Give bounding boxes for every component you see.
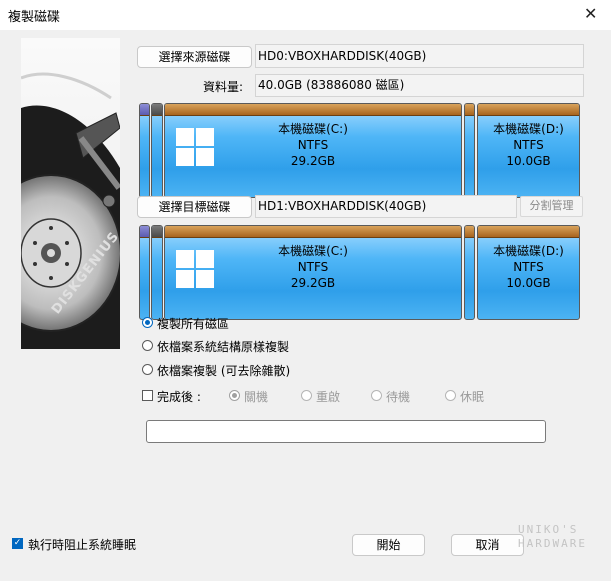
partition-fs: NTFS <box>297 260 329 274</box>
source-partition-c[interactable]: 本機磁碟(C:) NTFS 29.2GB <box>164 103 462 198</box>
partition-name: 本機磁碟(D:) <box>493 122 564 136</box>
copy-all-sectors-radio[interactable] <box>142 317 153 328</box>
partition-fs: NTFS <box>513 138 544 152</box>
shutdown-radio[interactable] <box>229 390 240 401</box>
window-title: 複製磁碟 <box>8 10 61 25</box>
partition-fs: NTFS <box>513 260 544 274</box>
source-disk-map[interactable]: 本機磁碟(C:) NTFS 29.2GB 本機磁碟(D:) NTFS 10.0G… <box>139 103 580 198</box>
after-complete-label[interactable]: 完成後 : <box>157 388 201 405</box>
prevent-sleep-label[interactable]: 執行時阻止系統睡眠 <box>28 536 136 553</box>
watermark: UNIKO'S HARDWARE <box>484 523 587 551</box>
partition-fs: NTFS <box>297 138 329 152</box>
restart-radio[interactable] <box>301 390 312 401</box>
partition-name: 本機磁碟(D:) <box>493 244 564 258</box>
target-partition-d[interactable]: 本機磁碟(D:) NTFS 10.0GB <box>477 225 580 320</box>
copy-by-file-radio[interactable] <box>142 364 153 375</box>
target-disk-map[interactable]: 本機磁碟(C:) NTFS 29.2GB 本機磁碟(D:) NTFS 10.0G… <box>139 225 580 320</box>
target-partition-c[interactable]: 本機磁碟(C:) NTFS 29.2GB <box>164 225 462 320</box>
prevent-sleep-checkbox[interactable]: ✓ <box>12 538 23 549</box>
partition-manage-button[interactable]: 分割管理 <box>520 196 583 217</box>
partition-size: 10.0GB <box>506 276 551 290</box>
copy-by-file-label[interactable]: 依檔案複製 (可去除雜散) <box>157 362 290 379</box>
standby-label[interactable]: 待機 <box>386 388 410 405</box>
source-partition-recovery[interactable] <box>464 103 475 198</box>
shutdown-label[interactable]: 關機 <box>244 388 268 405</box>
data-size-value-field: 40.0GB (83886080 磁區) <box>255 74 584 97</box>
source-partition-reserved-1[interactable] <box>139 103 150 198</box>
select-target-disk-button[interactable]: 選擇目標磁碟 <box>137 196 252 218</box>
target-partition-reserved-1[interactable] <box>139 225 150 320</box>
partition-name: 本機磁碟(C:) <box>278 122 348 136</box>
source-disk-name-field: HD0:VBOXHARDDISK(40GB) <box>255 44 584 68</box>
restart-label[interactable]: 重啟 <box>316 388 340 405</box>
partition-size: 10.0GB <box>506 154 551 168</box>
partition-size: 29.2GB <box>290 276 336 290</box>
target-disk-name-field: HD1:VBOXHARDDISK(40GB) <box>255 195 517 218</box>
target-partition-recovery[interactable] <box>464 225 475 320</box>
watermark-line-1: UNIKO'S <box>518 523 579 536</box>
source-partition-reserved-2[interactable] <box>151 103 163 198</box>
title-bar <box>0 0 611 30</box>
source-partition-d[interactable]: 本機磁碟(D:) NTFS 10.0GB <box>477 103 580 198</box>
copy-all-sectors-label[interactable]: 複製所有磁區 <box>157 315 229 332</box>
copy-fs-structure-radio[interactable] <box>142 340 153 351</box>
start-button[interactable]: 開始 <box>352 534 425 556</box>
close-icon[interactable]: ✕ <box>584 4 597 23</box>
hibernate-label[interactable]: 休眠 <box>460 388 484 405</box>
progress-bar <box>146 420 546 443</box>
standby-radio[interactable] <box>371 390 382 401</box>
data-size-label: 資料量: <box>203 80 244 94</box>
partition-size: 29.2GB <box>290 154 336 168</box>
hibernate-radio[interactable] <box>445 390 456 401</box>
partition-name: 本機磁碟(C:) <box>278 244 348 258</box>
target-partition-reserved-2[interactable] <box>151 225 163 320</box>
after-complete-checkbox[interactable] <box>142 390 153 401</box>
diskgenius-logo-art: DISKGENIUS <box>21 38 120 349</box>
watermark-line-2: HARDWARE <box>518 537 587 550</box>
copy-fs-structure-label[interactable]: 依檔案系統結構原樣複製 <box>157 338 289 355</box>
select-source-disk-button[interactable]: 選擇來源磁碟 <box>137 46 252 68</box>
